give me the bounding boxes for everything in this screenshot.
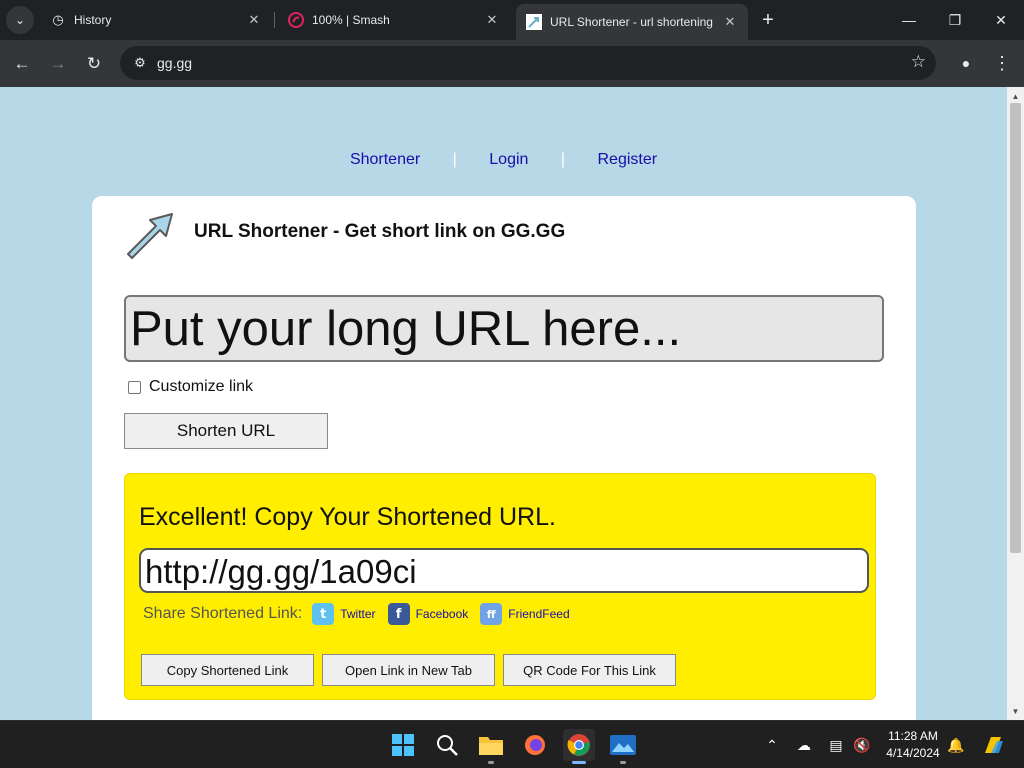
notification-bell-icon[interactable]: 🔔 <box>945 733 967 757</box>
tray-chevron-up-icon[interactable]: ⌃ <box>761 733 783 757</box>
customize-link-checkbox[interactable] <box>128 380 141 394</box>
result-title: Excellent! Copy Your Shortened URL. <box>139 503 556 531</box>
browser-toolbar: ← → ↻ ⚙ gg.gg ☆ ● ⋮ <box>0 40 1024 87</box>
nav-link-register[interactable]: Register <box>597 151 657 168</box>
share-service-label: FriendFeed <box>508 607 570 621</box>
customize-link-label: Customize link <box>149 378 254 395</box>
taskbar-clock[interactable]: 11:28 AM 4/14/2024 <box>880 728 946 762</box>
tab-history[interactable]: ◷ History ✕ <box>40 4 272 36</box>
menu-dots-icon[interactable]: ⋮ <box>990 50 1014 76</box>
window-close-icon[interactable]: ✕ <box>978 0 1024 40</box>
scroll-up-arrow-icon[interactable]: ▲ <box>1007 89 1024 103</box>
result-panel: Excellent! Copy Your Shortened URL. http… <box>124 473 876 700</box>
tab-title: History <box>74 13 112 27</box>
firefox-icon[interactable] <box>519 729 551 761</box>
clock-date: 4/14/2024 <box>886 746 940 760</box>
long-url-input[interactable] <box>124 295 884 362</box>
windows-start-icon[interactable] <box>387 729 419 761</box>
page-viewport: Shortener | Login | Register URL Shorten… <box>0 87 1007 720</box>
share-friendfeed-link[interactable]: ff FriendFeed <box>480 603 570 625</box>
share-service-label: Twitter <box>340 607 376 621</box>
close-icon[interactable]: ✕ <box>722 14 738 30</box>
forward-arrow-icon[interactable]: → <box>44 50 72 78</box>
open-link-new-tab-button[interactable]: Open Link in New Tab <box>322 654 495 686</box>
tab-url-shortener[interactable]: URL Shortener - url shortening ✕ <box>516 4 748 40</box>
nav-separator: | <box>452 151 457 168</box>
running-indicator <box>620 761 626 764</box>
share-facebook-link[interactable]: f Facebook <box>387 603 469 625</box>
back-arrow-icon[interactable]: ← <box>8 50 36 78</box>
chrome-icon[interactable] <box>563 729 595 764</box>
address-text[interactable]: gg.gg <box>157 55 192 71</box>
main-card: URL Shortener - Get short link on GG.GG … <box>92 196 916 720</box>
scroll-thumb[interactable] <box>1010 103 1021 553</box>
tab-separator <box>274 12 275 28</box>
share-twitter-link[interactable]: t Twitter <box>312 603 376 625</box>
friendfeed-icon: ff <box>480 603 503 625</box>
close-icon[interactable]: ✕ <box>246 12 262 28</box>
scroll-down-arrow-icon[interactable]: ▼ <box>1007 704 1024 718</box>
minimize-icon[interactable]: — <box>886 0 932 40</box>
tab-title: URL Shortener - url shortening <box>550 15 713 29</box>
restore-icon[interactable]: ❐ <box>932 0 978 40</box>
facebook-icon: f <box>387 603 410 625</box>
running-indicator <box>488 761 494 764</box>
nav-link-shortener[interactable]: Shortener <box>350 151 420 168</box>
reload-icon[interactable]: ↻ <box>80 50 108 78</box>
qr-code-button[interactable]: QR Code For This Link <box>503 654 676 686</box>
bookmark-star-icon[interactable]: ☆ <box>911 52 926 72</box>
copilot-icon[interactable] <box>980 733 1006 757</box>
gg-arrow-logo-icon <box>122 210 176 260</box>
tab-strip: ⌄ ◷ History ✕ 100% | Smash ✕ URL Shorten… <box>0 0 1024 40</box>
copy-shortened-link-button[interactable]: Copy Shortened Link <box>141 654 314 686</box>
tab-search-chevron-icon[interactable]: ⌄ <box>6 6 34 34</box>
share-label: Share Shortened Link: <box>143 605 303 622</box>
running-indicator <box>572 761 586 764</box>
page-scrollbar[interactable]: ▲ ▼ <box>1007 87 1024 720</box>
windows-taskbar: ⌃ ☁ ▤ 🔇 11:28 AM 4/14/2024 🔔 <box>0 720 1024 768</box>
site-info-icon[interactable]: ⚙ <box>128 51 152 75</box>
search-icon[interactable] <box>431 729 463 761</box>
nav-separator: | <box>560 151 566 168</box>
shorten-url-button[interactable]: Shorten URL <box>124 413 328 449</box>
tab-title: 100% | Smash <box>312 13 390 27</box>
gg-arrow-favicon-icon <box>526 14 542 30</box>
network-icon[interactable]: ▤ <box>825 733 847 757</box>
page-title: URL Shortener - Get short link on GG.GG <box>194 221 566 242</box>
share-row: Share Shortened Link: t Twitter f Facebo… <box>143 603 582 625</box>
onedrive-icon[interactable]: ☁ <box>793 733 815 757</box>
tab-smash[interactable]: 100% | Smash ✕ <box>278 4 510 36</box>
profile-avatar-icon[interactable]: ● <box>953 50 979 76</box>
top-navigation: Shortener | Login | Register <box>0 151 1007 169</box>
new-tab-plus-icon[interactable]: + <box>756 8 780 32</box>
address-bar[interactable]: ⚙ gg.gg ☆ <box>120 46 936 80</box>
volume-muted-icon[interactable]: 🔇 <box>851 733 873 757</box>
smash-logo-icon <box>288 12 304 28</box>
short-url-field[interactable]: http://gg.gg/1a09ci <box>139 548 869 593</box>
share-service-label: Facebook <box>415 607 469 621</box>
photos-app-icon[interactable] <box>607 729 639 764</box>
clock-time: 11:28 AM <box>888 729 938 743</box>
nav-link-login[interactable]: Login <box>489 151 528 168</box>
history-icon: ◷ <box>52 12 64 27</box>
file-explorer-icon[interactable] <box>475 729 507 764</box>
close-icon[interactable]: ✕ <box>484 12 500 28</box>
twitter-icon: t <box>312 603 335 625</box>
customize-link-option[interactable]: Customize link <box>128 378 253 396</box>
